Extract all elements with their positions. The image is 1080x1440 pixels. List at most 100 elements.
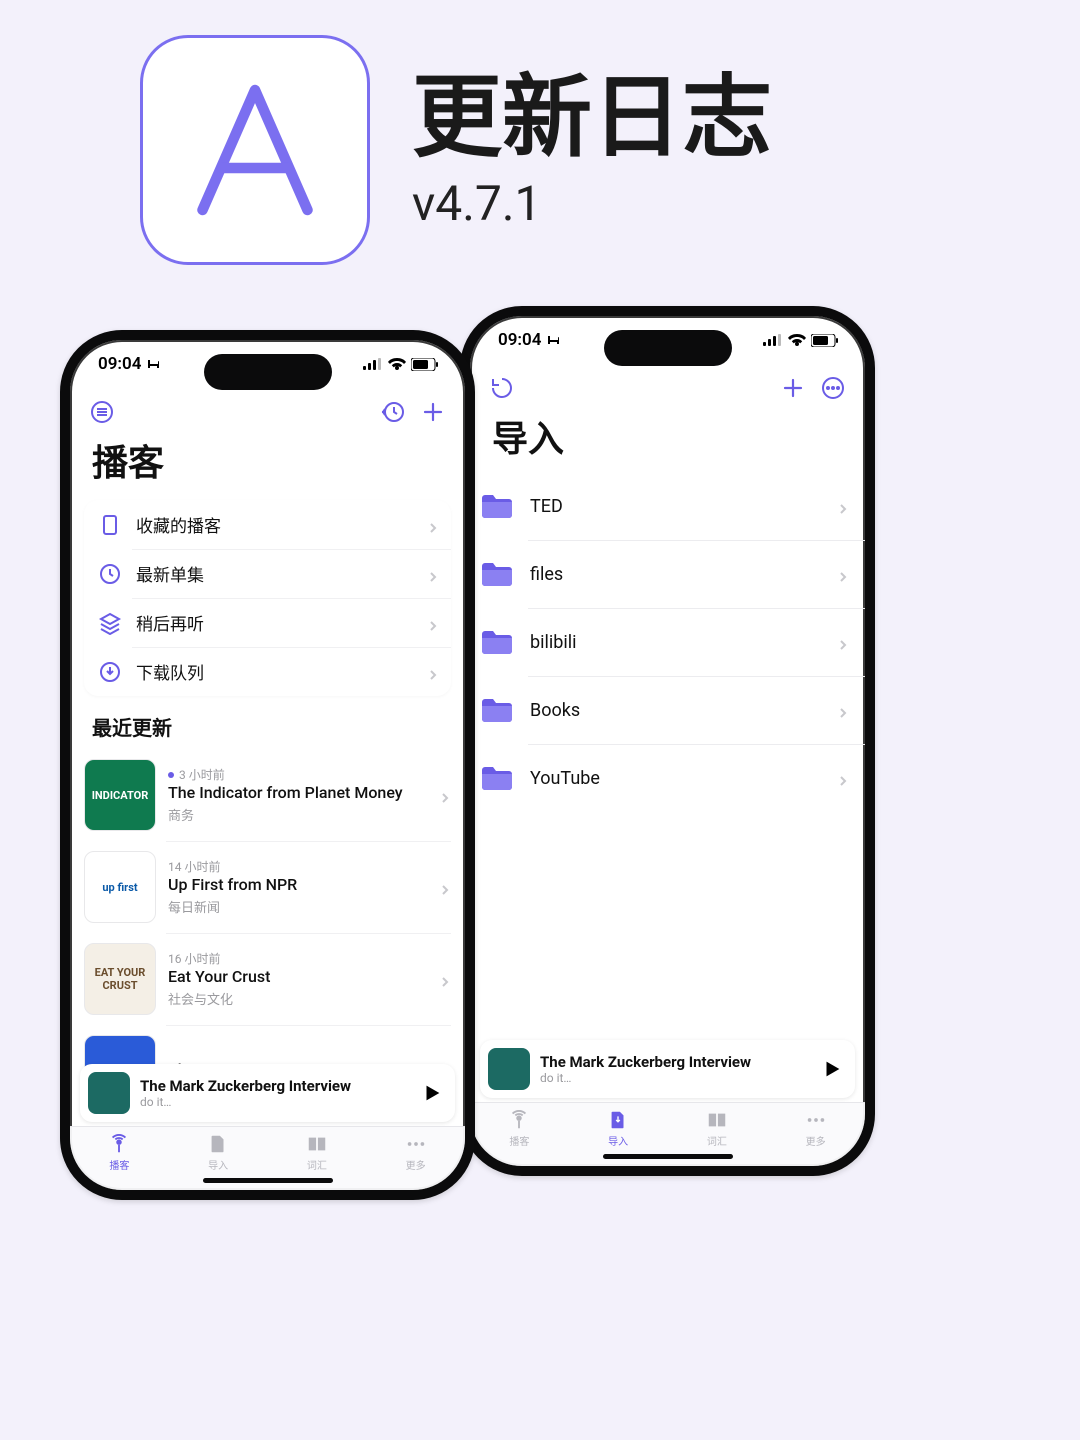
episode-category: 每日新闻 — [168, 897, 427, 916]
menu-row-favorites[interactable]: 收藏的播客 — [84, 500, 451, 549]
chevron-right-icon — [837, 568, 849, 580]
chevron-right-icon — [427, 519, 439, 531]
tab-vocab[interactable]: 词汇 — [705, 1109, 729, 1148]
phone-mock-left: 09:04 播客 收藏的播客 — [60, 330, 475, 1200]
bed-icon — [147, 358, 163, 370]
chevron-right-icon — [837, 704, 849, 716]
episode-title: Eat Your Crust — [168, 967, 427, 987]
home-indicator — [203, 1178, 333, 1183]
chevron-right-icon — [837, 500, 849, 512]
notch — [604, 330, 732, 366]
mini-player-title: The Mark Zuckerberg Interview — [540, 1053, 811, 1071]
podcast-menu-card: 收藏的播客 最新单集 稍后再听 下载队列 — [84, 500, 451, 696]
recent-updates-header: 最近更新 — [70, 710, 465, 749]
screen-title-podcast: 播客 — [70, 428, 465, 496]
status-time: 09:04 — [98, 354, 141, 374]
stack-icon — [98, 611, 122, 635]
tab-import[interactable]: 导入 — [606, 1109, 630, 1148]
mini-player-subtitle: do it… — [540, 1071, 811, 1085]
chevron-right-icon — [439, 881, 451, 893]
new-dot — [168, 772, 174, 778]
home-indicator — [603, 1154, 733, 1159]
bookmark-icon — [98, 513, 122, 537]
folder-row[interactable]: TED — [470, 472, 865, 540]
chevron-right-icon — [427, 568, 439, 580]
notch — [204, 354, 332, 390]
refresh-icon[interactable] — [488, 374, 516, 402]
folder-label: bilibili — [530, 632, 821, 653]
chevron-right-icon — [837, 772, 849, 784]
play-icon[interactable] — [821, 1058, 843, 1080]
folder-label: YouTube — [530, 768, 821, 789]
folder-row[interactable]: YouTube — [470, 744, 865, 812]
battery-icon — [411, 358, 439, 371]
episode-category: 社会与文化 — [168, 989, 427, 1008]
battery-icon — [811, 334, 839, 347]
tab-more[interactable]: 更多 — [804, 1109, 828, 1148]
play-icon[interactable] — [421, 1082, 443, 1104]
chevron-right-icon — [427, 666, 439, 678]
folder-row[interactable]: Books — [470, 676, 865, 744]
wifi-icon — [388, 358, 406, 370]
menu-icon[interactable] — [88, 398, 116, 426]
menu-row-later[interactable]: 稍后再听 — [84, 598, 451, 647]
download-icon — [98, 660, 122, 684]
menu-row-latest[interactable]: 最新单集 — [84, 549, 451, 598]
folder-label: files — [530, 564, 821, 585]
chevron-right-icon — [439, 973, 451, 985]
version-label: v4.7.1 — [412, 175, 772, 232]
tab-podcast[interactable]: 播客 — [507, 1109, 531, 1148]
tab-podcast[interactable]: 播客 — [107, 1133, 131, 1172]
promo-header: 更新日志 v4.7.1 — [140, 35, 772, 265]
episode-art: EAT YOUR CRUST — [84, 943, 156, 1015]
folder-icon — [480, 560, 514, 588]
chevron-right-icon — [837, 636, 849, 648]
nav-row — [470, 368, 865, 404]
folder-icon — [480, 764, 514, 792]
episodes-list: INDICATOR 3 小时前The Indicator from Planet … — [70, 749, 465, 1117]
tab-import[interactable]: 导入 — [206, 1133, 230, 1172]
folder-icon — [480, 628, 514, 656]
app-icon — [140, 35, 370, 265]
cellular-icon — [363, 358, 383, 370]
more-circle-icon[interactable] — [819, 374, 847, 402]
episode-time: 16 小时前 — [168, 950, 427, 967]
chevron-right-icon — [427, 617, 439, 629]
mini-player[interactable]: The Mark Zuckerberg Interview do it… — [480, 1040, 855, 1098]
folder-icon — [480, 492, 514, 520]
add-icon[interactable] — [779, 374, 807, 402]
mini-player[interactable]: The Mark Zuckerberg Interview do it… — [80, 1064, 455, 1122]
cellular-icon — [763, 334, 783, 346]
folder-icon — [480, 696, 514, 724]
episode-time: 3 小时前 — [168, 766, 427, 783]
mini-player-subtitle: do it… — [140, 1095, 411, 1109]
wifi-icon — [788, 334, 806, 346]
add-icon[interactable] — [419, 398, 447, 426]
changelog-title: 更新日志 — [412, 68, 772, 167]
episode-art: INDICATOR — [84, 759, 156, 831]
tab-vocab[interactable]: 词汇 — [305, 1133, 329, 1172]
episode-title: Up First from NPR — [168, 875, 427, 895]
tab-more[interactable]: 更多 — [404, 1133, 428, 1172]
episode-title: The Indicator from Planet Money — [168, 783, 427, 803]
folders-list: TED files bilibili Books YouTube — [470, 472, 865, 812]
menu-row-downloads[interactable]: 下载队列 — [84, 647, 451, 696]
folder-label: Books — [530, 700, 821, 721]
screen-title-import: 导入 — [470, 404, 865, 472]
chevron-right-icon — [439, 789, 451, 801]
header-text: 更新日志 v4.7.1 — [412, 68, 772, 232]
folder-row[interactable]: bilibili — [470, 608, 865, 676]
episode-row[interactable]: EAT YOUR CRUST 16 小时前Eat Your Crust 社会与文化 — [70, 933, 465, 1025]
bed-icon — [547, 334, 563, 346]
mini-player-art — [488, 1048, 530, 1090]
clock-icon — [98, 562, 122, 586]
episode-time: 14 小时前 — [168, 858, 427, 875]
history-icon[interactable] — [379, 398, 407, 426]
phone-mock-right: 09:04 导入 TEDfilesbilibiliBooksYouTube — [460, 306, 875, 1176]
nav-row — [70, 392, 465, 428]
episode-category: 商务 — [168, 805, 427, 824]
episode-row[interactable]: INDICATOR 3 小时前The Indicator from Planet … — [70, 749, 465, 841]
folder-label: TED — [530, 496, 821, 517]
episode-row[interactable]: up first14 小时前Up First from NPR每日新闻 — [70, 841, 465, 933]
folder-row[interactable]: files — [470, 540, 865, 608]
